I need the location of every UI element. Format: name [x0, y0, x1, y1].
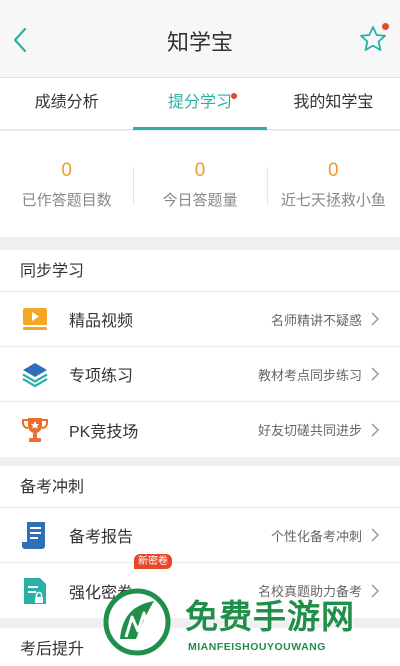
section-title: 备考冲刺	[0, 466, 400, 508]
tab-label: 我的知学宝	[293, 94, 374, 111]
list-item-label: 精品视频	[69, 313, 134, 330]
list-item-pk-arena[interactable]: PK竞技场 好友切磋共同进步	[0, 402, 400, 457]
stat-value: 0	[194, 159, 206, 181]
favorite-button[interactable]	[356, 22, 390, 56]
tab-label: 提分学习	[167, 94, 232, 111]
list-item-desc: 好友切磋共同进步	[257, 423, 362, 438]
list-item-label: 专项练习	[69, 368, 134, 385]
chevron-right-icon	[371, 528, 380, 542]
list-item-label: PK竞技场	[69, 423, 139, 441]
trophy-icon	[18, 413, 52, 447]
chevron-right-icon	[371, 367, 380, 381]
list-item-desc: 教材考点同步练习	[257, 367, 362, 383]
stat-label: 已作答题目数	[21, 191, 112, 209]
report-icon	[18, 518, 52, 552]
stat-answered-total: 0 已作答题目数	[0, 159, 133, 210]
watermark-logo-icon	[103, 588, 171, 656]
tab-my-zhixuebao[interactable]: 我的知学宝	[267, 78, 400, 129]
chevron-right-icon	[371, 422, 380, 437]
new-badge: 新密卷	[134, 554, 172, 569]
watermark-subtext: MIANFEISHOUYOUWANG	[188, 641, 326, 653]
chevron-right-icon	[371, 312, 380, 326]
list-item-desc: 名师精讲不疑惑	[270, 312, 362, 328]
stat-label: 近七天拯救小鱼	[280, 191, 386, 209]
active-tab-indicator	[133, 127, 267, 130]
stat-value: 0	[61, 159, 72, 181]
video-icon	[18, 302, 52, 336]
page-title: 知学宝	[166, 30, 233, 55]
list-item-desc: 个性化备考冲刺	[270, 528, 362, 544]
lock-paper-icon	[18, 574, 52, 608]
stat-label: 今日答题量	[162, 191, 238, 209]
site-watermark: 免费手游网 MIANFEISHOUYOUWANG	[100, 585, 400, 666]
tab-bar: 成绩分析 提分学习 我的知学宝	[0, 78, 400, 130]
tab-notification-dot	[230, 93, 237, 99]
stat-fish-saved: 0 近七天拯救小鱼	[266, 159, 400, 210]
watermark-text: 免费手游网	[185, 597, 355, 636]
list-item-label: 备考报告	[69, 529, 134, 546]
tab-label: 成绩分析	[34, 94, 99, 111]
stat-today-count: 0 今日答题量	[133, 159, 266, 210]
layers-icon	[18, 357, 52, 391]
list-item-exam-report[interactable]: 备考报告 个性化备考冲刺	[0, 508, 400, 563]
stat-value: 0	[328, 159, 339, 181]
list-item-practice[interactable]: 专项练习 教材考点同步练习	[0, 347, 400, 402]
tab-improve-learning[interactable]: 提分学习	[133, 78, 267, 130]
list-item-video[interactable]: 精品视频 名师精讲不疑惑	[0, 292, 400, 347]
tab-score-analysis[interactable]: 成绩分析	[0, 78, 133, 129]
stats-panel: 0 已作答题目数 0 今日答题量 0 近七天拯救小鱼	[0, 131, 400, 237]
section-title: 同步学习	[0, 250, 400, 292]
app-header: 知学宝	[0, 0, 400, 78]
section-sync-learning: 同步学习 精品视频 名师精讲不疑惑 专项练习 教材考点同步练习 PK竞技场 好友…	[0, 250, 400, 457]
notification-dot	[382, 23, 389, 30]
